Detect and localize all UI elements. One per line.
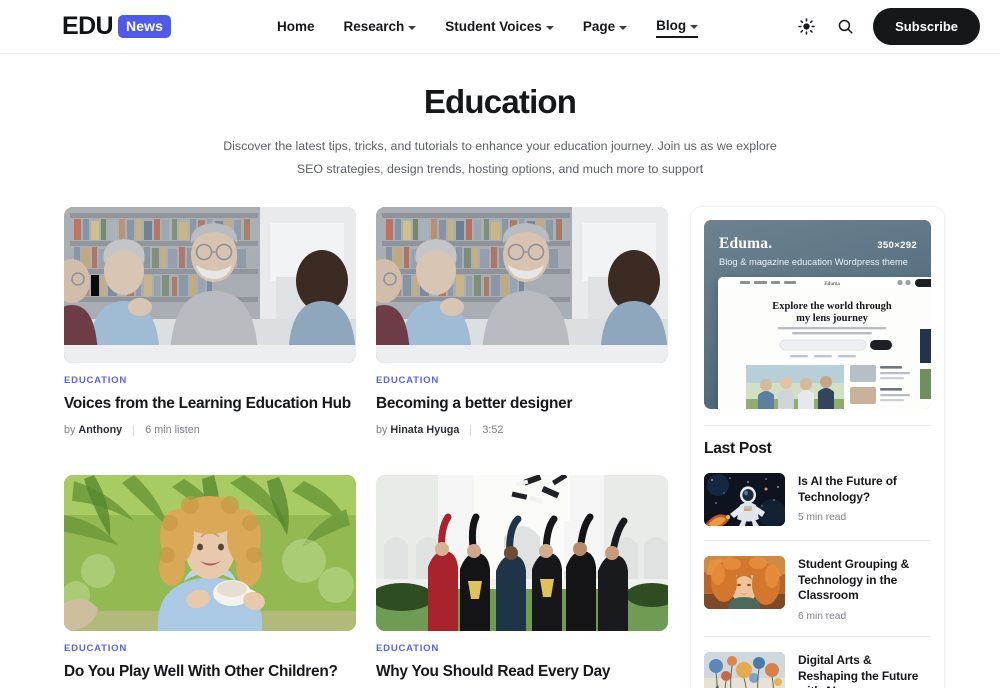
main-content: EDUCATION Voices from the Learning Educa… xyxy=(0,181,1000,688)
nav-item-page[interactable]: Page xyxy=(582,16,628,37)
article-grid: EDUCATION Voices from the Learning Educa… xyxy=(64,206,668,688)
ad-logo: Eduma. xyxy=(719,234,773,252)
svg-text:Explore the world through: Explore the world through xyxy=(772,301,892,312)
ad-header: Eduma. 350×292 Blog & magazine education… xyxy=(719,235,917,267)
nav-label: Blog xyxy=(656,18,687,33)
svg-text:my lens journey: my lens journey xyxy=(796,313,868,324)
post-thumbnail-portrait-red-hair[interactable] xyxy=(704,555,785,609)
article-title[interactable]: Do You Play Well With Other Children? xyxy=(64,662,356,681)
sidebar: Eduma. 350×292 Blog & magazine education… xyxy=(691,206,944,688)
post-title[interactable]: Is AI the Future of Technology? xyxy=(798,474,931,505)
nav-item-blog[interactable]: Blog xyxy=(656,15,699,38)
chevron-down-icon xyxy=(408,25,417,30)
nav-label: Page xyxy=(582,19,616,34)
article-title[interactable]: Becoming a better designer xyxy=(376,394,668,413)
article-meta: by Hinata Hyuga 3:52 xyxy=(376,424,668,436)
sidebar-divider xyxy=(704,424,931,426)
nav-item-research[interactable]: Research xyxy=(343,16,417,37)
chevron-down-icon xyxy=(690,24,699,29)
nav-item-student-voices[interactable]: Student Voices xyxy=(445,16,554,37)
post-thumbnail-abstract-balloons-art[interactable] xyxy=(704,651,785,688)
post-title[interactable]: Student Grouping & Technology in the Cla… xyxy=(798,557,931,604)
article-by-label: by xyxy=(376,424,388,437)
ad-dimensions: 350×292 xyxy=(877,239,917,251)
svg-text:Eduma: Eduma xyxy=(824,281,840,287)
nav-label: Home xyxy=(276,19,315,34)
article-image-graduation-caps-toss[interactable] xyxy=(376,475,668,632)
logo-badge: News xyxy=(117,15,171,38)
post-content: Student Grouping & Technology in the Cla… xyxy=(798,556,931,622)
post-content: Digital Arts & Reshaping the Future with… xyxy=(798,652,931,688)
article-readtime: 6 min listen xyxy=(145,424,200,437)
sidebar-post-item[interactable]: Is AI the Future of Technology? 5 min re… xyxy=(704,458,931,541)
article-category[interactable]: EDUCATION xyxy=(64,375,356,386)
article-image-library-discussion[interactable] xyxy=(64,206,356,363)
sidebar-post-item[interactable]: Digital Arts & Reshaping the Future with… xyxy=(704,637,931,688)
search-icon[interactable] xyxy=(834,16,856,38)
chevron-down-icon xyxy=(545,25,554,30)
site-logo[interactable]: EDU News xyxy=(62,12,171,41)
page-header: Education Discover the latest tips, tric… xyxy=(0,54,1000,181)
sun-icon[interactable] xyxy=(795,16,817,38)
ad-tagline: Blog & magazine education Wordpress them… xyxy=(719,256,908,267)
article-card[interactable]: EDUCATION Becoming a better designer by … xyxy=(376,206,668,453)
article-title[interactable]: Voices from the Learning Education Hub xyxy=(64,394,356,413)
article-author[interactable]: Hinata Hyuga xyxy=(390,424,459,436)
meta-divider xyxy=(133,424,135,436)
article-card[interactable]: EDUCATION Do You Play Well With Other Ch… xyxy=(64,475,356,688)
subscribe-button[interactable]: Subscribe xyxy=(873,8,980,45)
post-readtime: 6 min read xyxy=(798,610,847,622)
nav-label: Research xyxy=(343,19,405,34)
article-meta: by Anthony 6 min listen xyxy=(64,424,356,436)
logo-text: EDU xyxy=(62,12,114,40)
article-card[interactable]: EDUCATION Voices from the Learning Educa… xyxy=(64,206,356,453)
post-thumbnail-astronaut-space[interactable] xyxy=(704,472,785,526)
article-readtime: 3:52 xyxy=(482,424,504,437)
article-image-woman-coffee-palms[interactable] xyxy=(64,475,356,632)
meta-divider xyxy=(470,424,472,436)
article-category[interactable]: EDUCATION xyxy=(376,375,668,386)
ad-preview-screenshot: Eduma Explore the world through my lens … xyxy=(718,276,931,409)
post-readtime: 5 min read xyxy=(798,512,847,524)
main-navigation: Home Research Student Voices Page Blog xyxy=(277,15,699,38)
post-content: Is AI the Future of Technology? 5 min re… xyxy=(798,473,931,526)
article-card[interactable]: EDUCATION Why You Should Read Every Day … xyxy=(376,475,668,688)
article-category[interactable]: EDUCATION xyxy=(64,643,356,654)
last-post-heading: Last Post xyxy=(704,439,772,457)
sidebar-ad-banner[interactable]: Eduma. 350×292 Blog & magazine education… xyxy=(704,219,931,409)
article-category[interactable]: EDUCATION xyxy=(376,643,668,654)
article-author[interactable]: Anthony xyxy=(78,424,122,436)
chevron-down-icon xyxy=(619,25,628,30)
sidebar-post-item[interactable]: Student Grouping & Technology in the Cla… xyxy=(704,541,931,637)
nav-label: Student Voices xyxy=(445,19,542,34)
post-title[interactable]: Digital Arts & Reshaping the Future with… xyxy=(798,653,931,688)
header-actions: Subscribe xyxy=(795,8,980,45)
nav-item-home[interactable]: Home xyxy=(277,16,315,37)
article-title[interactable]: Why You Should Read Every Day xyxy=(376,662,668,681)
page-description: Discover the latest tips, tricks, and tu… xyxy=(223,139,777,176)
article-image-library-discussion[interactable] xyxy=(376,206,668,363)
page-title: Education xyxy=(423,83,577,120)
site-header: EDU News Home Research Student Voices Pa… xyxy=(0,0,1000,54)
article-by-label: by xyxy=(64,424,76,437)
